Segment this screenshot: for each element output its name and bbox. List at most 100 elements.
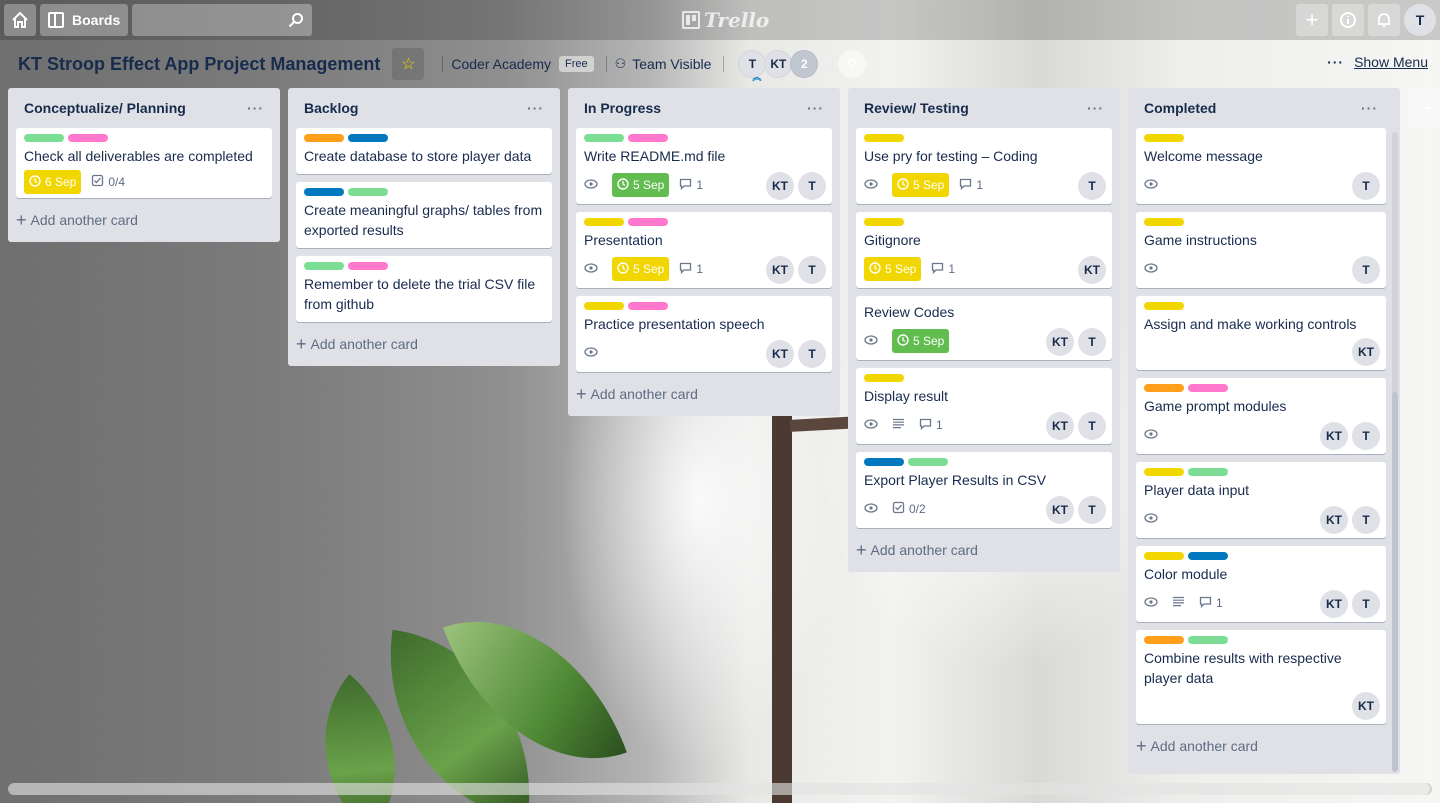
member-avatar[interactable]: T (738, 50, 767, 83)
search-box[interactable] (132, 4, 313, 36)
member-avatar[interactable]: T (1078, 496, 1106, 524)
card-label-yellow[interactable] (1144, 552, 1184, 560)
card-label-blue[interactable] (864, 458, 904, 466)
member-avatar[interactable]: T (1078, 412, 1106, 440)
create-button[interactable]: + (1296, 4, 1328, 36)
list-title[interactable]: Backlog (304, 100, 358, 116)
member-avatar[interactable]: KT (1320, 506, 1348, 534)
member-avatar[interactable]: KT (1078, 256, 1106, 284)
search-icon[interactable] (288, 12, 304, 28)
member-avatar[interactable]: T (1352, 256, 1380, 284)
team-name[interactable]: Coder Academy (451, 56, 551, 72)
due-date-badge[interactable]: 5 Sep (864, 257, 922, 281)
member-avatar[interactable]: T (1352, 506, 1380, 534)
card[interactable]: Gitignore 5 Sep 1 KT (856, 212, 1112, 288)
home-button[interactable] (4, 4, 36, 36)
card[interactable]: Display result 1 KT T (856, 368, 1112, 444)
card-label-pink[interactable] (68, 134, 108, 142)
member-avatar[interactable]: T (1078, 328, 1106, 356)
list-menu-button[interactable]: ··· (807, 100, 824, 116)
list-title[interactable]: Conceptualize/ Planning (24, 100, 186, 116)
card[interactable]: Practice presentation speech KT T (576, 296, 832, 372)
member-avatar[interactable]: KT (1320, 422, 1348, 450)
card[interactable]: Presentation 5 Sep 1 KT T (576, 212, 832, 288)
card[interactable]: Check all deliverables are completed 6 Se… (16, 128, 272, 198)
scrollbar-thumb[interactable] (8, 783, 1430, 795)
card-label-green[interactable] (1188, 468, 1228, 476)
add-list-button[interactable]: + (1408, 88, 1440, 128)
card-label-orange[interactable] (1144, 384, 1184, 392)
info-button[interactable] (1332, 4, 1364, 36)
visibility-button[interactable]: Team Visible (632, 56, 711, 72)
card-label-green[interactable] (908, 458, 948, 466)
list-menu-button[interactable]: ··· (1087, 100, 1104, 116)
member-count[interactable]: 2 (790, 50, 819, 78)
add-card-button[interactable]: + Add another card (16, 206, 272, 234)
card[interactable]: Export Player Results in CSV 0/2 KT T (856, 452, 1112, 528)
card[interactable]: Player data input KT T (1136, 462, 1386, 538)
add-card-button[interactable]: + Add another card (1136, 732, 1386, 760)
card-label-yellow[interactable] (1144, 134, 1184, 142)
add-card-button[interactable]: + Add another card (296, 330, 552, 358)
card[interactable]: Create database to store player data (296, 128, 552, 174)
member-avatar[interactable]: KT (1320, 590, 1348, 618)
card[interactable]: Game instructions T (1136, 212, 1386, 288)
member-avatar[interactable]: KT (1046, 328, 1074, 356)
member-avatar[interactable]: T (798, 256, 826, 284)
member-avatar[interactable]: T (798, 172, 826, 200)
card-label-green[interactable] (304, 262, 344, 270)
list-menu-button[interactable]: ··· (1361, 100, 1378, 116)
list-title[interactable]: In Progress (584, 100, 661, 116)
list-title[interactable]: Review/ Testing (864, 100, 969, 116)
card[interactable]: Assign and make working controls KT (1136, 296, 1386, 370)
list-title[interactable]: Completed (1144, 100, 1216, 116)
member-avatar[interactable]: T (1352, 422, 1380, 450)
member-avatar[interactable]: T (798, 340, 826, 368)
card-label-pink[interactable] (628, 218, 668, 226)
horizontal-scrollbar[interactable] (8, 783, 1432, 795)
card-label-pink[interactable] (348, 262, 388, 270)
card-label-green[interactable] (24, 134, 64, 142)
card[interactable]: Combine results with respective player d… (1136, 630, 1386, 724)
show-menu-button[interactable]: ··· Show Menu (1327, 54, 1428, 70)
card-label-yellow[interactable] (864, 374, 904, 382)
card-label-orange[interactable] (304, 134, 344, 142)
boards-button[interactable]: Boards (40, 4, 129, 36)
add-card-button[interactable]: + Add another card (856, 536, 1112, 564)
trello-logo[interactable]: Trello (682, 8, 769, 32)
card-label-pink[interactable] (1188, 384, 1228, 392)
card-label-yellow[interactable] (1144, 218, 1184, 226)
scrollbar-thumb[interactable] (1392, 392, 1398, 772)
user-avatar[interactable]: T (1404, 4, 1436, 36)
invite-button[interactable]: ⚲ (838, 50, 867, 78)
card-label-green[interactable] (1188, 636, 1228, 644)
member-avatar[interactable]: KT (766, 340, 794, 368)
list-menu-button[interactable]: ··· (247, 100, 264, 116)
card[interactable]: Create meaningful graphs/ tables from ex… (296, 182, 552, 248)
star-board-button[interactable]: ☆ (392, 48, 425, 80)
card-label-yellow[interactable] (1144, 302, 1184, 310)
card-label-green[interactable] (348, 188, 388, 196)
card-label-yellow[interactable] (1144, 468, 1184, 476)
list-scrollbar[interactable] (1392, 132, 1398, 772)
card[interactable]: Game prompt modules KT T (1136, 378, 1386, 454)
card[interactable]: Write README.md file 5 Sep 1 KT T (576, 128, 832, 204)
card-label-green[interactable] (584, 134, 624, 142)
due-date-badge[interactable]: 5 Sep (892, 329, 950, 353)
card-label-yellow[interactable] (864, 134, 904, 142)
card[interactable]: Review Codes 5 Sep KT T (856, 296, 1112, 360)
card-label-pink[interactable] (628, 134, 668, 142)
due-date-badge[interactable]: 5 Sep (612, 173, 670, 197)
due-date-badge[interactable]: 5 Sep (612, 257, 670, 281)
card-label-yellow[interactable] (584, 218, 624, 226)
card-label-blue[interactable] (304, 188, 344, 196)
member-avatar[interactable]: KT (1352, 338, 1380, 366)
member-avatar[interactable]: KT (1046, 412, 1074, 440)
member-avatar[interactable]: T (1352, 590, 1380, 618)
card-label-orange[interactable] (1144, 636, 1184, 644)
card[interactable]: Remember to delete the trial CSV file fr… (296, 256, 552, 322)
card-label-blue[interactable] (1188, 552, 1228, 560)
member-avatar[interactable]: KT (1352, 692, 1380, 720)
member-avatar[interactable]: KT (1046, 496, 1074, 524)
search-input[interactable] (132, 4, 313, 36)
